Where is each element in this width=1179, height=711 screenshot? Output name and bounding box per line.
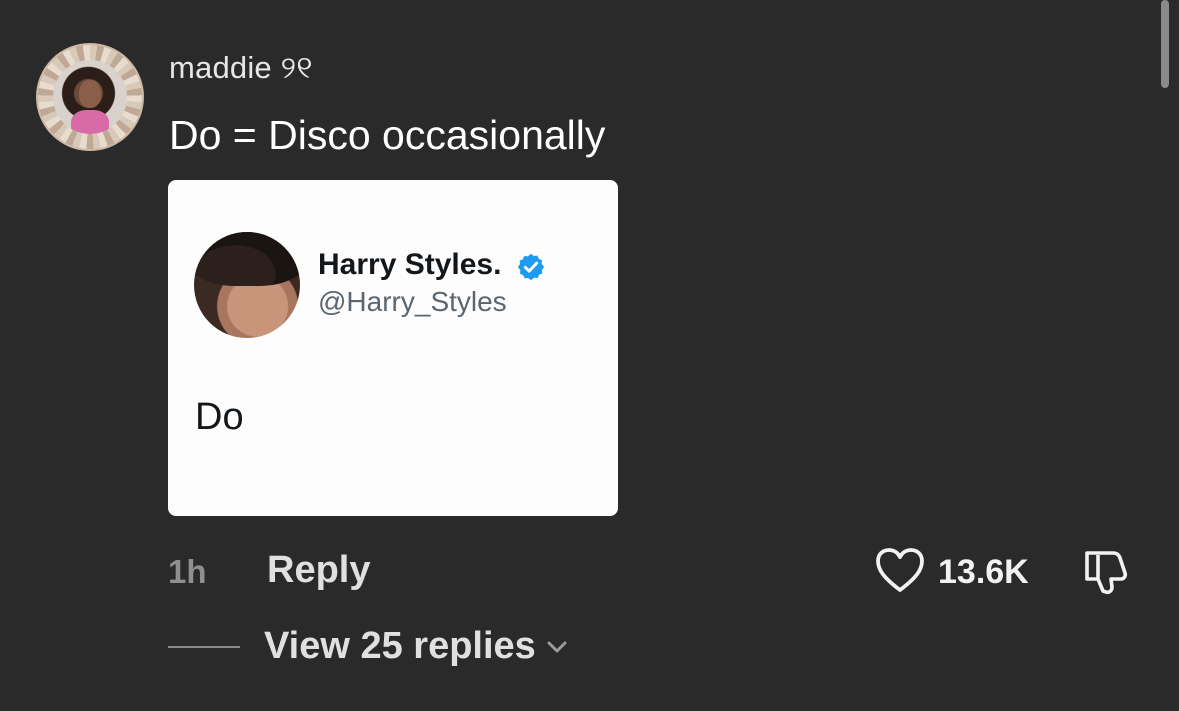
tweet-screenshot-image[interactable]: Harry Styles. @Harry_Styles Do — [168, 180, 618, 516]
commenter-avatar[interactable] — [36, 43, 144, 151]
thumbs-down-icon[interactable] — [1081, 545, 1133, 597]
tweet-avatar — [194, 232, 300, 338]
comment-screen: maddie ୨୧ Do = Disco occasionally Harry … — [0, 0, 1179, 711]
replies-divider — [168, 646, 240, 648]
tweet-author-handle: @Harry_Styles — [318, 286, 507, 317]
chevron-down-icon — [547, 641, 567, 652]
avatar-shirt — [71, 110, 109, 134]
heart-icon[interactable] — [874, 546, 926, 596]
view-replies-button[interactable]: View 25 replies — [264, 625, 572, 668]
tweet-body-text: Do — [195, 396, 244, 438]
like-count: 13.6K — [938, 553, 1029, 591]
commenter-username[interactable]: maddie ୨୧ — [169, 50, 313, 87]
tweet-avatar-hair — [194, 232, 300, 286]
avatar-face — [79, 80, 101, 108]
comment-text: Do = Disco occasionally — [169, 112, 606, 158]
tweet-author-name: Harry Styles. — [318, 248, 502, 281]
view-replies-label: View 25 replies — [264, 625, 536, 667]
avatar-photo — [53, 60, 127, 134]
reply-button[interactable]: Reply — [267, 549, 370, 592]
verified-badge-icon — [517, 253, 545, 281]
comment-timestamp: 1h — [168, 553, 207, 590]
scrollbar[interactable] — [1161, 0, 1169, 88]
